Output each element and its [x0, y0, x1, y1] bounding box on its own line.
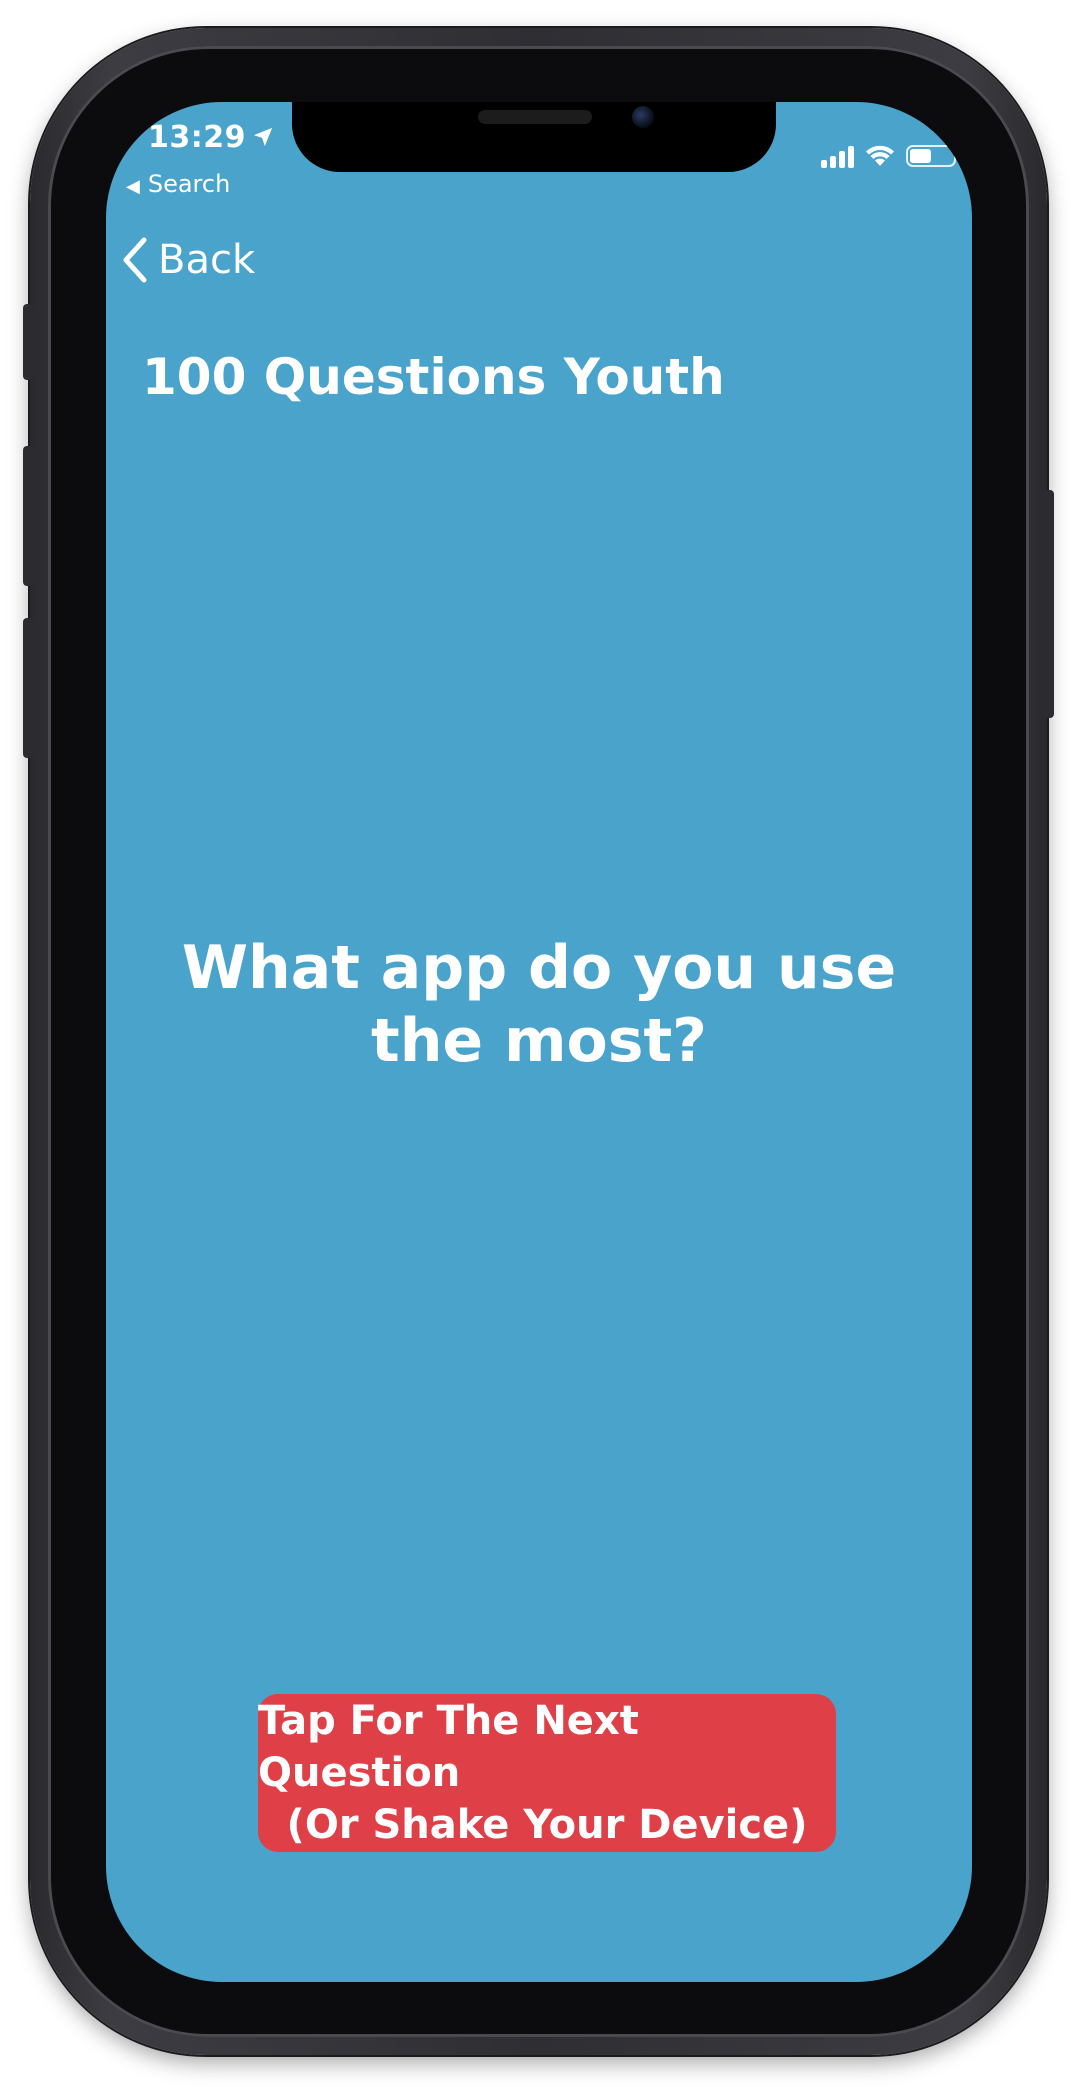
status-time: 13:29	[148, 120, 246, 155]
silent-switch	[23, 304, 33, 380]
wifi-icon	[866, 145, 894, 166]
back-button[interactable]: Back	[120, 236, 255, 284]
signal-icon	[821, 144, 854, 168]
back-button-label: Back	[158, 237, 256, 283]
volume-up-button	[23, 446, 33, 586]
notch	[292, 102, 776, 172]
next-question-label: Tap For The Next Question	[258, 1698, 639, 1796]
status-indicators	[821, 144, 960, 168]
shake-hint-label: (Or Shake Your Device)	[286, 1802, 808, 1848]
power-button	[1044, 490, 1054, 718]
battery-icon	[906, 145, 960, 167]
back-to-app-link[interactable]: ◀ Search	[126, 170, 230, 198]
app-screen: 13:29 ◀ Search Back 100 Questions Youth	[106, 102, 972, 1982]
question-line-2: the most?	[371, 1006, 707, 1077]
question-line-1: What app do you use	[181, 933, 897, 1003]
back-triangle-icon: ◀	[126, 176, 140, 197]
page-title: 100 Questions Youth	[142, 348, 725, 406]
front-camera	[632, 106, 654, 128]
earpiece-speaker	[478, 110, 592, 124]
volume-down-button	[23, 618, 33, 758]
question-text: What app do you use the most?	[166, 932, 912, 1078]
chevron-left-icon	[123, 237, 147, 283]
location-arrow-icon	[253, 127, 273, 147]
next-question-button[interactable]: Tap For The Next Question (Or Shake Your…	[258, 1694, 836, 1852]
back-to-app-label: Search	[147, 170, 231, 198]
